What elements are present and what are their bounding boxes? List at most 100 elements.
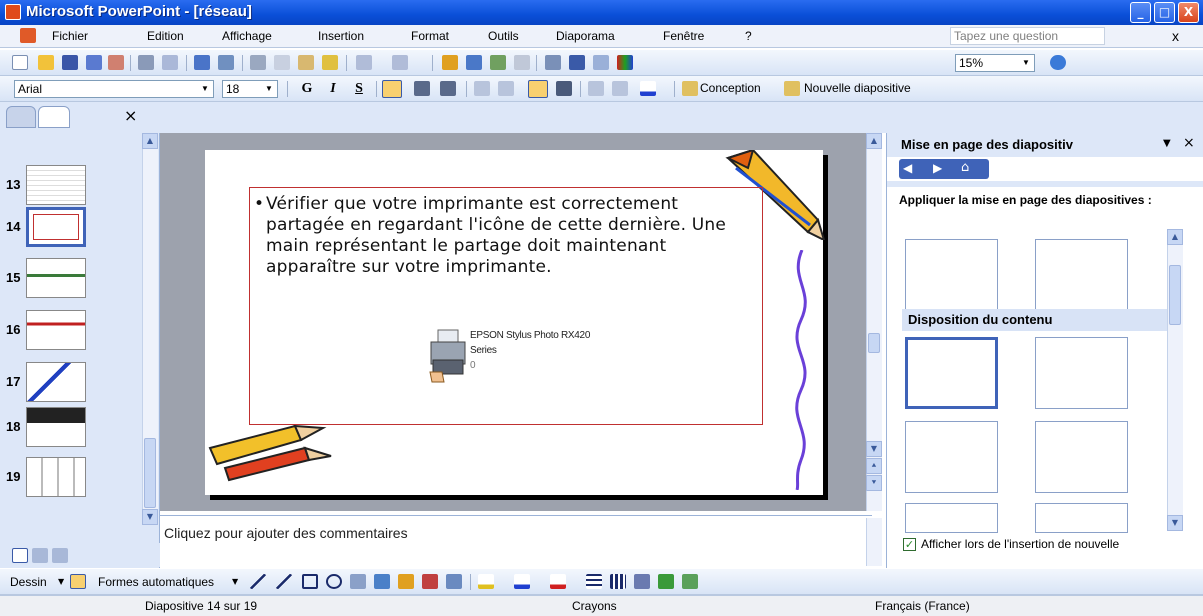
cut-icon[interactable]	[250, 55, 266, 70]
permission-icon[interactable]	[86, 55, 102, 70]
arrow-style-icon[interactable]	[634, 574, 650, 589]
textbox-icon[interactable]	[350, 574, 366, 589]
oval-icon[interactable]	[326, 574, 342, 589]
menu-outils[interactable]: Outils	[488, 29, 519, 43]
scroll-up-icon[interactable]: ▲	[866, 133, 882, 149]
font-color-icon[interactable]	[550, 574, 566, 589]
shadow-style-icon[interactable]	[658, 574, 674, 589]
close-pane-button[interactable]: ×	[124, 106, 137, 125]
layout-scrollbar[interactable]: ▲ ▼	[1167, 229, 1183, 531]
font-size-select[interactable]: 18 ▼	[222, 80, 278, 98]
slide-sorter-view-icon[interactable]	[32, 548, 48, 563]
slide-item-14[interactable]: 14	[0, 207, 150, 249]
underline-button[interactable]: S	[348, 79, 370, 99]
help-question-input[interactable]: Tapez une question	[950, 27, 1105, 45]
bullets-icon[interactable]	[498, 81, 514, 96]
paste-icon[interactable]	[298, 55, 314, 70]
insert-chart-icon[interactable]	[442, 55, 458, 70]
slide-item-13[interactable]: 13	[0, 165, 150, 207]
layout-title-four-content[interactable]	[1035, 503, 1128, 533]
align-center-icon[interactable]	[414, 81, 430, 96]
align-right-icon[interactable]	[440, 81, 456, 96]
select-arrow-icon[interactable]	[70, 574, 86, 589]
slide-item-18[interactable]: 18	[0, 407, 150, 449]
diagram-icon[interactable]	[398, 574, 414, 589]
task-pane-menu-icon[interactable]: ▼	[1163, 138, 1171, 149]
text-direction-icon[interactable]	[528, 80, 548, 98]
thumbnail-scrollbar[interactable]: ▲ ▼	[142, 133, 158, 525]
copy-icon[interactable]	[274, 55, 290, 70]
notes-scrollbar[interactable]	[866, 518, 882, 566]
checkbox-checked[interactable]: ✓	[903, 538, 916, 551]
slide-thumbnail-selected[interactable]	[26, 207, 86, 247]
previous-slide-icon[interactable]: ⯅	[866, 458, 882, 474]
slide-thumbnail[interactable]	[26, 165, 86, 205]
notes-pane[interactable]: Cliquez pour ajouter des commentaires	[160, 515, 882, 567]
research-icon[interactable]	[218, 55, 234, 70]
layout-content[interactable]	[1035, 337, 1128, 409]
scroll-down-icon[interactable]: ▼	[1167, 515, 1183, 531]
3d-style-icon[interactable]	[682, 574, 698, 589]
normal-view-icon[interactable]	[12, 548, 28, 563]
print-preview-icon[interactable]	[162, 55, 178, 70]
font-name-select[interactable]: Arial ▼	[14, 80, 214, 98]
notes-placeholder[interactable]: Cliquez pour ajouter des commentaires	[164, 525, 408, 541]
layout-title-only[interactable]	[905, 239, 998, 311]
maximize-button[interactable]: □	[1154, 2, 1175, 23]
new-slide-button[interactable]: Nouvelle diapositive	[804, 81, 911, 95]
bullet-text[interactable]: Vérifier que votre imprimante est correc…	[254, 194, 751, 278]
close-task-pane-icon[interactable]: ×	[1183, 135, 1195, 151]
design-button[interactable]: Conception	[700, 81, 761, 95]
redo-icon[interactable]	[392, 55, 408, 70]
insert-picture-icon[interactable]	[490, 55, 506, 70]
insert-picture-icon[interactable]	[446, 574, 462, 589]
layout-title-content[interactable]	[905, 421, 998, 493]
format-painter-icon[interactable]	[322, 55, 338, 70]
outline-tab[interactable]	[6, 106, 36, 128]
scroll-thumb[interactable]	[144, 438, 156, 508]
line-color-icon[interactable]	[514, 574, 530, 589]
save-icon[interactable]	[62, 55, 78, 70]
decrease-indent-icon[interactable]	[588, 81, 604, 96]
show-on-insert-option[interactable]: ✓ Afficher lors de l'insertion de nouvel…	[903, 537, 1203, 555]
expand-all-icon[interactable]	[545, 55, 561, 70]
font-color-icon[interactable]	[640, 81, 656, 96]
menu-help[interactable]: ?	[745, 29, 752, 43]
slide-thumbnail[interactable]	[26, 258, 86, 298]
layout-two-text[interactable]	[1035, 239, 1128, 311]
menu-affichage[interactable]: Affichage	[222, 29, 272, 43]
layout-blank-selected[interactable]	[905, 337, 998, 409]
menu-fichier[interactable]: Fichier	[52, 29, 88, 43]
draw-menu-button[interactable]: Dessin	[10, 575, 47, 589]
line-icon[interactable]	[250, 574, 266, 589]
fill-color-icon[interactable]	[478, 574, 494, 589]
rectangle-icon[interactable]	[302, 574, 318, 589]
autoshapes-menu-button[interactable]: Formes automatiques	[98, 575, 214, 589]
slides-tab[interactable]	[38, 106, 70, 128]
clipart-icon[interactable]	[422, 574, 438, 589]
bold-button[interactable]: G	[296, 79, 318, 99]
open-folder-icon[interactable]	[38, 55, 54, 70]
scroll-thumb[interactable]	[868, 333, 880, 353]
line-style-icon[interactable]	[586, 574, 602, 589]
close-button[interactable]: X	[1178, 2, 1199, 23]
layout-two-content[interactable]	[1035, 421, 1128, 493]
increase-font-icon[interactable]	[556, 81, 572, 96]
slide-thumbnail[interactable]	[26, 407, 86, 447]
print-icon[interactable]	[138, 55, 154, 70]
powerpoint-app-icon[interactable]	[5, 4, 21, 20]
menu-insertion[interactable]: Insertion	[318, 29, 364, 43]
new-file-icon[interactable]	[12, 55, 28, 70]
slide-thumbnail[interactable]	[26, 362, 86, 402]
menu-format[interactable]: Format	[411, 29, 449, 43]
scroll-up-icon[interactable]: ▲	[1167, 229, 1183, 245]
slide-item-16[interactable]: 16	[0, 310, 150, 352]
back-icon[interactable]: ◀	[903, 161, 912, 175]
layout-four-content[interactable]	[905, 503, 998, 533]
color-grayscale-icon[interactable]	[617, 55, 633, 70]
menu-edition[interactable]: Edition	[147, 29, 184, 43]
document-icon[interactable]	[20, 28, 36, 43]
slide-scrollbar[interactable]: ▲ ▼ ⯅ ⯆	[866, 133, 882, 511]
minimize-button[interactable]: _	[1130, 2, 1151, 23]
email-icon[interactable]	[108, 55, 124, 70]
